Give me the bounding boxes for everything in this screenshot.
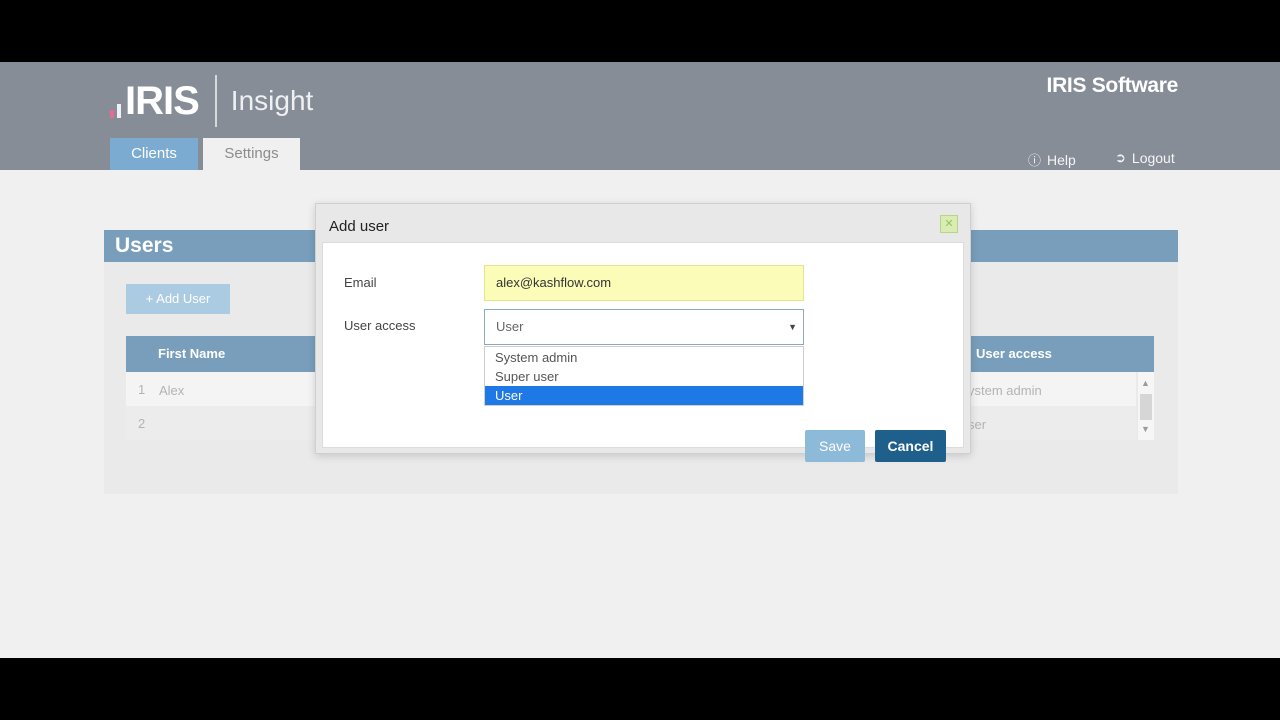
letterbox-top [0,0,1280,62]
cancel-button[interactable]: Cancel [875,430,946,462]
user-access-label: User access [344,318,416,333]
app-window: IRIS Insight IRIS Software Clients Setti… [0,62,1280,658]
option-super-user[interactable]: Super user [485,367,803,386]
dialog-title: Add user [329,218,390,235]
dialog-body: Email alex@kashflow.com User access User… [322,242,964,462]
email-label: Email [344,275,377,290]
close-icon[interactable]: ✕ [940,215,958,233]
letterbox-bottom [0,658,1280,720]
user-access-dropdown: System admin Super user User [484,346,804,406]
email-field[interactable]: alex@kashflow.com [484,265,804,301]
option-system-admin[interactable]: System admin [485,348,803,367]
option-user[interactable]: User [485,386,803,405]
caret-down-icon: ▼ [788,322,797,332]
save-button[interactable]: Save [805,430,865,462]
user-access-select[interactable]: User ▼ [484,309,804,345]
select-value: User [496,319,524,334]
add-user-dialog: Add user ✕ Email alex@kashflow.com User … [315,203,971,462]
